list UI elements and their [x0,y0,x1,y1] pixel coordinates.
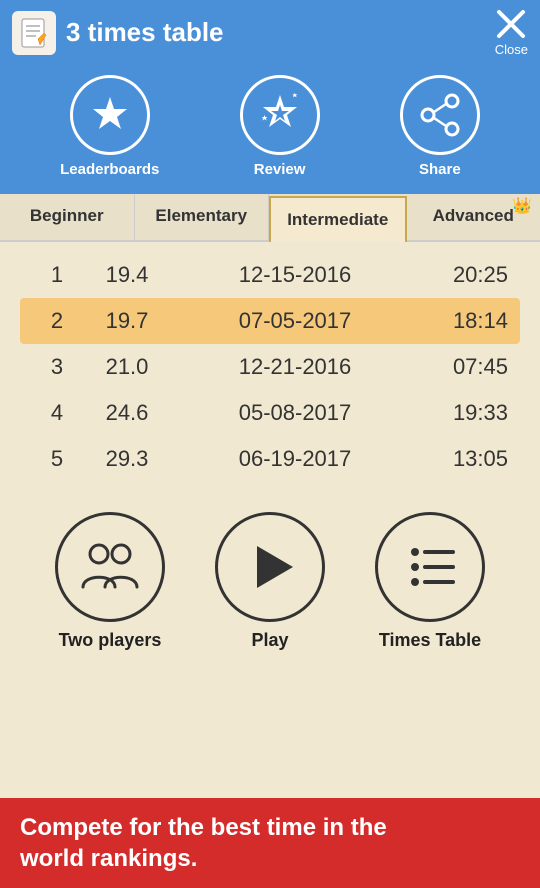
table-row: 4 24.6 05-08-2017 19:33 [20,390,520,436]
share-label: Share [419,161,461,178]
times-table-icon [375,512,485,622]
two-players-icon [55,512,165,622]
tab-beginner[interactable]: Beginner [0,194,135,240]
table-row: 5 29.3 06-19-2017 13:05 [20,436,520,482]
play-button[interactable]: Play [215,512,325,651]
rank-3: 3 [32,354,82,380]
leaderboards-label: Leaderboards [60,161,159,178]
clock-3: 07:45 [418,354,508,380]
leaderboards-button[interactable]: Leaderboards [60,75,159,178]
share-icon [400,75,480,155]
play-label: Play [251,630,288,651]
times-table-button[interactable]: Times Table [375,512,485,651]
date-5: 06-19-2017 [172,446,418,472]
icon-bar: Leaderboards Review Share [0,65,540,194]
date-1: 12-15-2016 [172,262,418,288]
tab-elementary[interactable]: Elementary [135,194,270,240]
review-icon [240,75,320,155]
close-label: Close [495,42,528,57]
leaderboards-icon [70,75,150,155]
crown-icon: 👑 [512,196,532,216]
table-row: 1 19.4 12-15-2016 20:25 [20,252,520,298]
rank-4: 4 [32,400,82,426]
tab-advanced[interactable]: Advanced 👑 [407,194,540,240]
play-icon [215,512,325,622]
date-4: 05-08-2017 [172,400,418,426]
rank-5: 5 [32,446,82,472]
time-4: 24.6 [82,400,172,426]
banner-line1: Compete for the best time in the [20,812,520,843]
date-3: 12-21-2016 [172,354,418,380]
share-button[interactable]: Share [400,75,480,178]
app-header: 3 times table Close [0,0,540,65]
review-button[interactable]: Review [240,75,320,178]
bottom-buttons: Two players Play Times Table [0,492,540,661]
times-table-label: Times Table [379,630,481,651]
time-1: 19.4 [82,262,172,288]
two-players-label: Two players [59,630,162,651]
clock-1: 20:25 [418,262,508,288]
table-row: 2 19.7 07-05-2017 18:14 [20,298,520,344]
clock-2: 18:14 [418,308,508,334]
tab-intermediate[interactable]: Intermediate [269,196,407,242]
time-5: 29.3 [82,446,172,472]
clock-5: 13:05 [418,446,508,472]
two-players-button[interactable]: Two players [55,512,165,651]
time-3: 21.0 [82,354,172,380]
time-2: 19.7 [82,308,172,334]
review-label: Review [254,161,306,178]
banner: Compete for the best time in the world r… [0,798,540,888]
rank-2: 2 [32,308,82,334]
banner-line2: world rankings. [20,843,520,874]
close-button[interactable]: Close [495,8,528,57]
difficulty-tabs: Beginner Elementary Intermediate Advance… [0,194,540,242]
app-title: 3 times table [66,17,224,48]
rank-1: 1 [32,262,82,288]
date-2: 07-05-2017 [172,308,418,334]
clock-4: 19:33 [418,400,508,426]
header-left: 3 times table [12,11,224,55]
app-icon [12,11,56,55]
table-row: 3 21.0 12-21-2016 07:45 [20,344,520,390]
score-table: 1 19.4 12-15-2016 20:25 2 19.7 07-05-201… [0,242,540,492]
